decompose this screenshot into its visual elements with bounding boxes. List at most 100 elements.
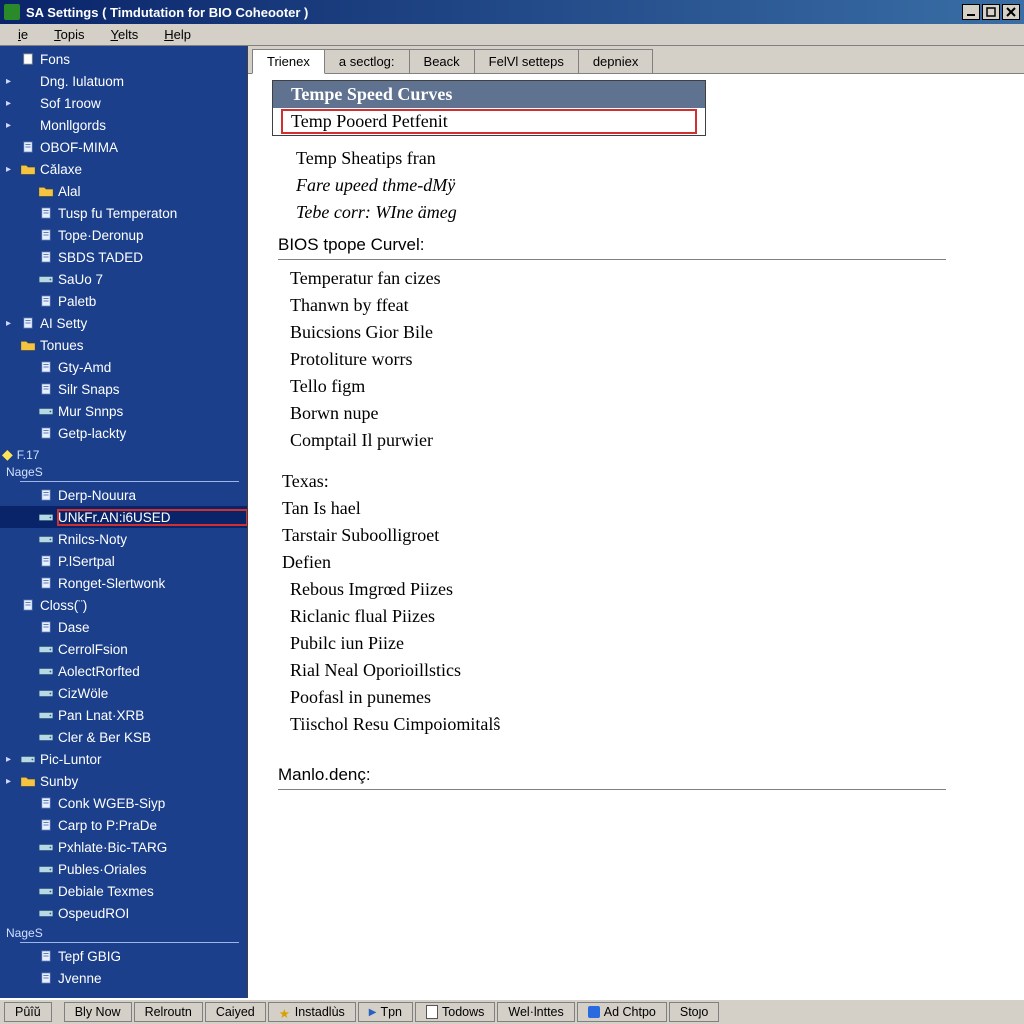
sidebar-item-label: Carp to P:PraDe bbox=[58, 818, 247, 833]
window-title: SA Settings ( Timdutation for BIO Coheoo… bbox=[26, 5, 962, 20]
menu-item-yelts[interactable]: Yelts bbox=[98, 25, 150, 44]
taskbar-button[interactable]: Relroutn bbox=[134, 1002, 203, 1022]
sidebar-item[interactable]: ▸Pic-Luntor bbox=[0, 748, 247, 770]
sidebar-item-label: Derp-Nouura bbox=[58, 488, 247, 503]
tab-felvlsetteps[interactable]: FelVl setteps bbox=[474, 49, 579, 73]
folder-icon bbox=[38, 184, 54, 198]
sidebar-item-label: Ronget-Slertwonk bbox=[58, 576, 247, 591]
document-icon bbox=[426, 1005, 438, 1019]
sidebar-item[interactable]: Ronget-Slertwonk bbox=[0, 572, 247, 594]
sidebar-item[interactable]: Silr Snaps bbox=[0, 378, 247, 400]
minimize-button[interactable] bbox=[962, 4, 980, 20]
sidebar-item[interactable]: Gty-Amd bbox=[0, 356, 247, 378]
sidebar-section-nages: NageS bbox=[0, 924, 247, 940]
sidebar-item-label: Cǎlaxe bbox=[40, 162, 247, 177]
taskbar-button[interactable]: Ad Chtpo bbox=[577, 1002, 667, 1022]
sidebar-item[interactable]: P.lSertpal bbox=[0, 550, 247, 572]
sidebar-item[interactable]: AolectRorfted bbox=[0, 660, 247, 682]
taskbar-button[interactable]: Bly Now bbox=[64, 1002, 132, 1022]
list-item: Defien bbox=[278, 550, 1006, 577]
sidebar-item[interactable]: Alal bbox=[0, 180, 247, 202]
sidebar-item[interactable]: SaUo 7 bbox=[0, 268, 247, 290]
sidebar-item[interactable]: Jvenne bbox=[0, 967, 247, 989]
sidebar-item[interactable]: Cler & Ber KSB bbox=[0, 726, 247, 748]
tab-depniex[interactable]: depniex bbox=[578, 49, 654, 73]
list-item: Protoliture worrs bbox=[278, 347, 1006, 374]
expand-arrow-icon: ▸ bbox=[6, 776, 16, 787]
sidebar-item[interactable]: ▸Sof 1roow bbox=[0, 92, 247, 114]
menu-item-help[interactable]: Help bbox=[152, 25, 203, 44]
speed-curves-header[interactable]: Tempe Speed Curves bbox=[273, 81, 705, 108]
sidebar-item[interactable]: ▸AI Setty bbox=[0, 312, 247, 334]
page-icon bbox=[38, 228, 54, 242]
sidebar-tree[interactable]: Fons▸Dng. Iulatuom▸Sof 1roow▸MonllgordsO… bbox=[0, 46, 248, 998]
sidebar-item[interactable]: Rnilcs-Noty bbox=[0, 528, 247, 550]
sidebar-item[interactable]: Pan Lnat·XRB bbox=[0, 704, 247, 726]
blank-icon bbox=[20, 74, 36, 88]
sidebar-item-label: Tonues bbox=[40, 338, 247, 353]
close-button[interactable] bbox=[1002, 4, 1020, 20]
play-icon: ▶ bbox=[369, 1007, 377, 1018]
sidebar-item-label: Fons bbox=[40, 52, 247, 67]
taskbar-button[interactable]: Wel·lnttes bbox=[497, 1002, 574, 1022]
sidebar-item[interactable]: Tepf GBIG bbox=[0, 945, 247, 967]
list-item: Fare upeed thme-dMÿ bbox=[278, 173, 1006, 200]
sidebar-item[interactable]: Derp-Nouura bbox=[0, 484, 247, 506]
sidebar-item[interactable]: Tonues bbox=[0, 334, 247, 356]
sidebar-item-label: Silr Snaps bbox=[58, 382, 247, 397]
sidebar-item[interactable]: Getp-lackty bbox=[0, 422, 247, 444]
star-icon: ★ bbox=[279, 1006, 291, 1018]
sidebar-item[interactable]: UNkFr.AN:i6USED bbox=[0, 506, 247, 528]
shield-icon: ◆ bbox=[2, 446, 13, 463]
sidebar-item[interactable]: OspeudROI bbox=[0, 902, 247, 924]
taskbar-button[interactable]: ▶Tpn bbox=[358, 1002, 413, 1022]
document-area: Tempe Speed Curves Temp Pooerd Petfenit … bbox=[248, 74, 1024, 998]
sidebar-item[interactable]: Debiale Texmes bbox=[0, 880, 247, 902]
tab-trienex[interactable]: Trienex bbox=[252, 49, 325, 74]
sidebar-item-label: Tusp fu Temperaton bbox=[58, 206, 247, 221]
blank-icon bbox=[20, 96, 36, 110]
taskbar-button[interactable]: Todows bbox=[415, 1002, 495, 1022]
taskbar-button[interactable]: Caiyed bbox=[205, 1002, 266, 1022]
sidebar-item[interactable]: Mur Snnps bbox=[0, 400, 247, 422]
sidebar-item[interactable]: Closs(¨) bbox=[0, 594, 247, 616]
list-item: Temp Sheatips fran bbox=[278, 146, 1006, 173]
sidebar-item[interactable]: ▸Cǎlaxe bbox=[0, 158, 247, 180]
page-icon bbox=[38, 426, 54, 440]
folder-icon bbox=[20, 162, 36, 176]
sidebar-item[interactable]: Conk WGEB-Siyp bbox=[0, 792, 247, 814]
sidebar-item[interactable]: ▸Sunby bbox=[0, 770, 247, 792]
app-icon bbox=[4, 4, 20, 20]
sidebar-item[interactable]: Pxhlate·Bic-TARG bbox=[0, 836, 247, 858]
sidebar-item-label: CizWöle bbox=[58, 686, 247, 701]
menu-item-ie[interactable]: ie bbox=[6, 25, 40, 44]
taskbar-button[interactable]: Pûîŭ bbox=[4, 1002, 52, 1022]
sidebar-item[interactable]: Publes·Oriales bbox=[0, 858, 247, 880]
section-bios-curve: BIOS tpope Curvel: bbox=[278, 227, 946, 260]
taskbar-button[interactable]: Stoȷo bbox=[669, 1002, 720, 1022]
sidebar-item[interactable]: ▸Dng. Iulatuom bbox=[0, 70, 247, 92]
status-bar: Pûîŭ Bly NowRelroutnCaiyed★Instadlùs▶TpnT… bbox=[0, 998, 1024, 1024]
sidebar-item[interactable]: Fons bbox=[0, 48, 247, 70]
speed-curves-row-selected[interactable]: Temp Pooerd Petfenit bbox=[273, 108, 705, 135]
sidebar-item[interactable]: Tusp fu Temperaton bbox=[0, 202, 247, 224]
maximize-button[interactable] bbox=[982, 4, 1000, 20]
sidebar-item[interactable]: Dase bbox=[0, 616, 247, 638]
taskbar-button[interactable]: ★Instadlùs bbox=[268, 1002, 356, 1022]
sidebar-item[interactable]: Tope·Deronup bbox=[0, 224, 247, 246]
sidebar-item-label: Monllgords bbox=[40, 118, 247, 133]
sidebar-item[interactable]: CizWöle bbox=[0, 682, 247, 704]
sidebar-item[interactable]: ▸Monllgords bbox=[0, 114, 247, 136]
sidebar-item[interactable]: Paletb bbox=[0, 290, 247, 312]
doc-icon bbox=[20, 52, 36, 66]
sidebar-item[interactable]: OBOF-MIMA bbox=[0, 136, 247, 158]
sidebar-item[interactable]: Carp to P:PraDe bbox=[0, 814, 247, 836]
sidebar-item-label: Alal bbox=[58, 184, 247, 199]
list-item: Poofasl in punemes bbox=[278, 685, 1006, 712]
expand-arrow-icon: ▸ bbox=[6, 754, 16, 765]
sidebar-item[interactable]: SBDS TADED bbox=[0, 246, 247, 268]
tab-beack[interactable]: Beack bbox=[409, 49, 475, 73]
tab-asectlog[interactable]: a sectlog: bbox=[324, 49, 410, 73]
menu-item-topis[interactable]: Topis bbox=[42, 25, 96, 44]
sidebar-item[interactable]: CerrolFsion bbox=[0, 638, 247, 660]
